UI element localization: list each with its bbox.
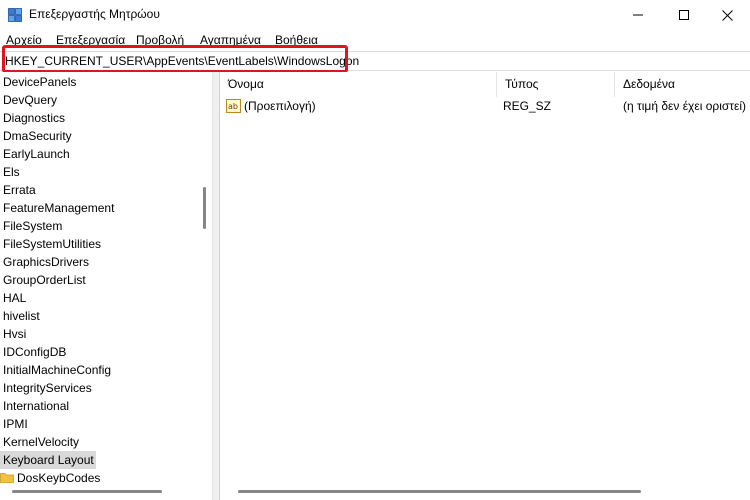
- tree-item-label: Errata: [3, 183, 36, 197]
- tree-item-label: IPMI: [3, 417, 28, 431]
- menu-favorites[interactable]: Αγαπημένα: [200, 33, 261, 47]
- tree-item[interactable]: InitialMachineConfig: [0, 361, 200, 379]
- tree-item-label: DmaSecurity: [3, 129, 72, 143]
- tree-item[interactable]: GraphicsDrivers: [0, 253, 200, 271]
- values-pane[interactable]: Όνομα Τύπος Δεδομένα (Προεπιλογή) REG_SZ…: [220, 72, 750, 500]
- value-row[interactable]: (Προεπιλογή) REG_SZ (η τιμή δεν έχει ορι…: [220, 97, 750, 117]
- tree-item-label: GroupOrderList: [3, 273, 86, 287]
- menu-bar: Αρχείο Επεξεργασία Προβολή Αγαπημένα Βοή…: [0, 30, 750, 50]
- tree-item[interactable]: hivelist: [0, 307, 200, 325]
- menu-edit[interactable]: Επεξεργασία: [56, 33, 125, 47]
- minimize-button[interactable]: [615, 0, 661, 30]
- tree-item[interactable]: IDConfigDB: [0, 343, 200, 361]
- tree-item[interactable]: KernelVelocity: [0, 433, 200, 451]
- folder-icon: [0, 470, 14, 488]
- tree-item[interactable]: HAL: [0, 289, 200, 307]
- key-tree-pane[interactable]: DevicePanels DevQuery Diagnostics DmaSecuri…: [0, 72, 212, 500]
- tree-item[interactable]: Els: [0, 163, 200, 181]
- tree-item-label: HAL: [3, 291, 27, 305]
- address-bar[interactable]: HKEY_CURRENT_USER\AppEvents\EventLabels\…: [0, 51, 750, 71]
- tree-item-label: Diagnostics: [3, 111, 66, 125]
- tree-item-label: hivelist: [3, 309, 40, 323]
- tree-item-label: Hvsi: [3, 327, 27, 341]
- tree-item[interactable]: FileSystemUtilities: [0, 235, 200, 253]
- tree-item[interactable]: IntegrityServices: [0, 379, 200, 397]
- tree-item-label: DevQuery: [3, 93, 58, 107]
- pane-splitter[interactable]: [212, 72, 220, 500]
- tree-horizontal-scrollbar[interactable]: [12, 490, 162, 493]
- tree-item[interactable]: DevicePanels: [0, 73, 200, 91]
- address-path[interactable]: HKEY_CURRENT_USER\AppEvents\EventLabels\…: [5, 54, 359, 68]
- tree-item[interactable]: Diagnostics: [0, 109, 200, 127]
- window-title: Επεξεργαστής Μητρώου: [29, 7, 160, 21]
- menu-file[interactable]: Αρχείο: [6, 33, 42, 47]
- registry-editor-icon: [8, 8, 22, 22]
- tree-item-label: Keyboard Layout: [3, 453, 94, 467]
- value-data: (η τιμή δεν έχει οριστεί): [623, 99, 747, 113]
- column-header-data[interactable]: Δεδομένα: [615, 72, 750, 97]
- tree-item-label: DosKeybCodes: [17, 471, 101, 485]
- tree-item[interactable]: Hvsi: [0, 325, 200, 343]
- tree-item-label: DevicePanels: [3, 75, 77, 89]
- menu-view[interactable]: Προβολή: [136, 33, 184, 47]
- column-header-type[interactable]: Τύπος: [497, 72, 615, 97]
- tree-item[interactable]: Keyboard Layout: [0, 451, 96, 469]
- tree-item-label: International: [3, 399, 70, 413]
- tree-item-label: FeatureManagement: [3, 201, 115, 215]
- title-bar: Επεξεργαστής Μητρώου: [0, 0, 750, 30]
- tree-item-label: IDConfigDB: [3, 345, 67, 359]
- tree-item[interactable]: EarlyLaunch: [0, 145, 200, 163]
- tree-item-label: GraphicsDrivers: [3, 255, 90, 269]
- tree-item[interactable]: GroupOrderList: [0, 271, 200, 289]
- tree-item-label: Els: [3, 165, 20, 179]
- tree-vertical-scrollbar[interactable]: [203, 187, 206, 229]
- string-value-icon: ab: [226, 99, 241, 113]
- tree-item-label: IntegrityServices: [3, 381, 92, 395]
- menu-help[interactable]: Βοήθεια: [275, 33, 318, 47]
- tree-item-label: EarlyLaunch: [3, 147, 70, 161]
- value-type: REG_SZ: [503, 99, 552, 113]
- tree-item[interactable]: FeatureManagement: [0, 199, 200, 217]
- close-button[interactable]: [704, 0, 750, 30]
- key-tree: DevicePanels DevQuery Diagnostics DmaSecuri…: [0, 73, 200, 487]
- close-icon: [721, 9, 733, 21]
- tree-item-label: KernelVelocity: [3, 435, 80, 449]
- tree-item[interactable]: DevQuery: [0, 91, 200, 109]
- tree-item-label: FileSystem: [3, 219, 63, 233]
- tree-item-label: InitialMachineConfig: [3, 363, 112, 377]
- tree-item[interactable]: IPMI: [0, 415, 200, 433]
- tree-item[interactable]: Errata: [0, 181, 200, 199]
- tree-item-label: FileSystemUtilities: [3, 237, 102, 251]
- svg-text:ab: ab: [228, 102, 238, 111]
- maximize-button[interactable]: [661, 0, 707, 30]
- value-name: (Προεπιλογή): [244, 99, 316, 113]
- tree-item[interactable]: International: [0, 397, 200, 415]
- tree-item[interactable]: DosKeybCodes: [0, 469, 200, 487]
- column-header-name[interactable]: Όνομα: [220, 72, 497, 97]
- values-horizontal-scrollbar[interactable]: [238, 490, 641, 493]
- tree-item[interactable]: FileSystem: [0, 217, 200, 235]
- tree-item[interactable]: DmaSecurity: [0, 127, 200, 145]
- maximize-icon: [679, 10, 689, 20]
- minimize-icon: [633, 10, 643, 20]
